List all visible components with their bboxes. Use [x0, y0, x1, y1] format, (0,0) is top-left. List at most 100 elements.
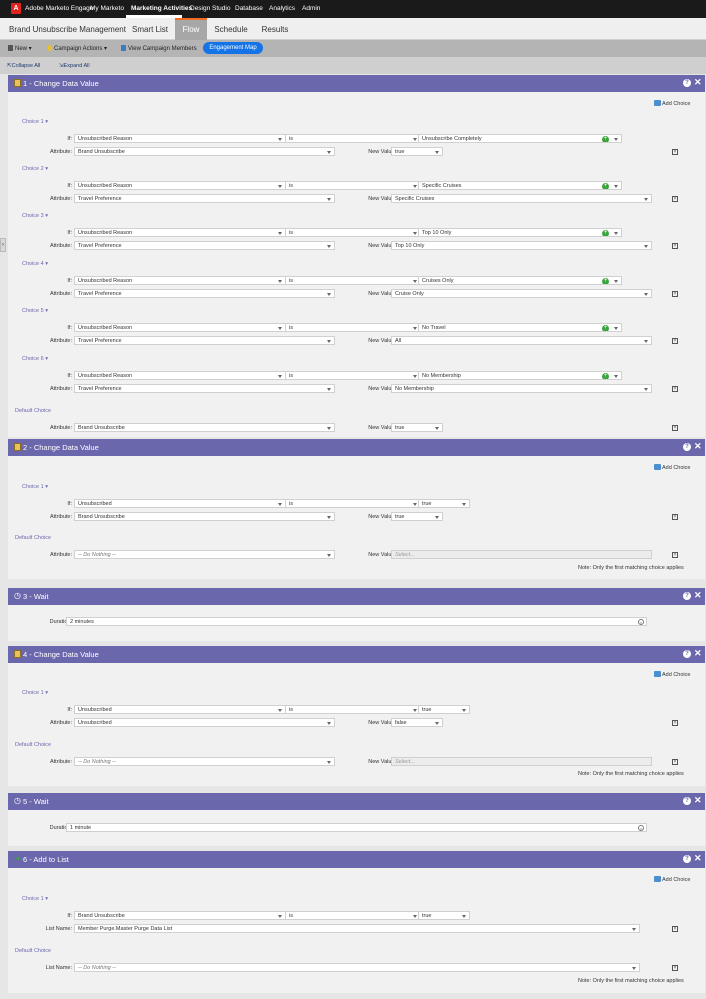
- if-value-select[interactable]: Top 10 Only +: [418, 228, 622, 237]
- delete-choice-icon[interactable]: ×: [672, 196, 678, 202]
- side-panel-toggle[interactable]: ›: [0, 238, 6, 252]
- operator-select[interactable]: is: [285, 181, 421, 190]
- close-icon[interactable]: ✕: [694, 795, 702, 806]
- clear-icon[interactable]: ×: [638, 825, 644, 831]
- choice-header[interactable]: Choice 1 ▾: [22, 690, 48, 696]
- attribute-select[interactable]: Brand Unsubscribe: [74, 512, 335, 521]
- nav-my-marketo[interactable]: My Marketo: [90, 5, 124, 12]
- attribute-select[interactable]: Travel Preference: [74, 194, 335, 203]
- close-icon[interactable]: ✕: [694, 648, 702, 659]
- add-condition-icon[interactable]: +: [602, 183, 609, 189]
- nav-analytics[interactable]: Analytics: [269, 5, 295, 12]
- if-field-select[interactable]: Unsubscribed: [74, 499, 286, 508]
- add-choice-button[interactable]: Add Choice: [654, 671, 690, 678]
- view-members-button[interactable]: View Campaign Members: [121, 45, 197, 52]
- choice-header[interactable]: Choice 1 ▾: [22, 119, 48, 125]
- help-icon[interactable]: ?: [683, 855, 691, 863]
- default-attribute-select[interactable]: -- Do Nothing --: [74, 550, 335, 559]
- new-value-select[interactable]: true: [391, 512, 443, 521]
- attribute-select[interactable]: Travel Preference: [74, 336, 335, 345]
- add-condition-icon[interactable]: +: [602, 136, 609, 142]
- choice-header[interactable]: Choice 3 ▾: [22, 213, 48, 219]
- new-value-select[interactable]: All: [391, 336, 652, 345]
- default-new-value-select[interactable]: Select...: [391, 550, 652, 559]
- duration-input[interactable]: 1 minute ×: [66, 823, 647, 832]
- operator-select[interactable]: is: [285, 499, 421, 508]
- clear-icon[interactable]: ×: [638, 619, 644, 625]
- delete-choice-icon[interactable]: ×: [672, 720, 678, 726]
- attribute-select[interactable]: Travel Preference: [74, 384, 335, 393]
- delete-choice-icon[interactable]: ×: [672, 552, 678, 558]
- operator-select[interactable]: is: [285, 371, 421, 380]
- delete-choice-icon[interactable]: ×: [672, 759, 678, 765]
- tab-flow[interactable]: Flow: [175, 18, 207, 40]
- tab-results[interactable]: Results: [256, 18, 294, 40]
- help-icon[interactable]: ?: [683, 592, 691, 600]
- delete-choice-icon[interactable]: ×: [672, 965, 678, 971]
- operator-select[interactable]: is: [285, 911, 421, 920]
- delete-choice-icon[interactable]: ×: [672, 243, 678, 249]
- operator-select[interactable]: is: [285, 705, 421, 714]
- close-icon[interactable]: ✕: [694, 853, 702, 864]
- delete-choice-icon[interactable]: ×: [672, 338, 678, 344]
- if-field-select[interactable]: Unsubscribed Reason: [74, 181, 286, 190]
- attribute-select[interactable]: Brand Unsubscribe: [74, 147, 335, 156]
- default-list-name-select[interactable]: -- Do Nothing --: [74, 963, 640, 972]
- new-value-select[interactable]: true: [391, 147, 443, 156]
- if-value-select[interactable]: true: [418, 705, 470, 714]
- list-name-select[interactable]: Member Purge.Master Purge Data List: [74, 924, 640, 933]
- choice-header[interactable]: Choice 5 ▾: [22, 308, 48, 314]
- new-value-select[interactable]: Specific Cruises: [391, 194, 652, 203]
- if-value-select[interactable]: Cruises Only +: [418, 276, 622, 285]
- close-icon[interactable]: ✕: [694, 590, 702, 601]
- add-condition-icon[interactable]: +: [602, 325, 609, 331]
- engagement-map-button[interactable]: Engagement Map: [203, 42, 263, 54]
- duration-input[interactable]: 2 minutes ×: [66, 617, 647, 626]
- close-icon[interactable]: ✕: [694, 441, 702, 452]
- attribute-select[interactable]: Unsubscribed: [74, 718, 335, 727]
- if-value-select[interactable]: Specific Cruises +: [418, 181, 622, 190]
- choice-header[interactable]: Choice 6 ▾: [22, 356, 48, 362]
- if-field-select[interactable]: Unsubscribed Reason: [74, 276, 286, 285]
- close-icon[interactable]: ✕: [694, 77, 702, 88]
- operator-select[interactable]: is: [285, 228, 421, 237]
- if-value-select[interactable]: Unsubscribe Completely +: [418, 134, 622, 143]
- nav-marketing-activities[interactable]: Marketing Activities: [131, 5, 192, 12]
- collapse-all-button[interactable]: ⇱Collapse All: [7, 63, 40, 69]
- if-value-select[interactable]: true: [418, 911, 470, 920]
- add-condition-icon[interactable]: +: [602, 278, 609, 284]
- default-attribute-select[interactable]: Brand Unsubscribe: [74, 423, 335, 432]
- new-value-select[interactable]: Top 10 Only: [391, 241, 652, 250]
- if-value-select[interactable]: No Travel +: [418, 323, 622, 332]
- if-field-select[interactable]: Unsubscribed Reason: [74, 371, 286, 380]
- choice-header[interactable]: Choice 2 ▾: [22, 166, 48, 172]
- help-icon[interactable]: ?: [683, 650, 691, 658]
- if-value-select[interactable]: No Membership +: [418, 371, 622, 380]
- choice-header[interactable]: Choice 4 ▾: [22, 261, 48, 267]
- choice-header[interactable]: Choice 1 ▾: [22, 484, 48, 490]
- if-field-select[interactable]: Unsubscribed Reason: [74, 134, 286, 143]
- nav-admin[interactable]: Admin: [302, 5, 320, 12]
- add-choice-button[interactable]: Add Choice: [654, 876, 690, 883]
- operator-select[interactable]: is: [285, 276, 421, 285]
- default-attribute-select[interactable]: -- Do Nothing --: [74, 757, 335, 766]
- new-value-select[interactable]: No Membership: [391, 384, 652, 393]
- delete-choice-icon[interactable]: ×: [672, 149, 678, 155]
- expand-all-button[interactable]: ⇲Expand All: [59, 63, 90, 69]
- help-icon[interactable]: ?: [683, 79, 691, 87]
- attribute-select[interactable]: Travel Preference: [74, 241, 335, 250]
- if-field-select[interactable]: Unsubscribed: [74, 705, 286, 714]
- new-menu-button[interactable]: New ▾: [8, 45, 32, 52]
- if-field-select[interactable]: Unsubscribed Reason: [74, 323, 286, 332]
- delete-choice-icon[interactable]: ×: [672, 926, 678, 932]
- if-field-select[interactable]: Unsubscribed Reason: [74, 228, 286, 237]
- delete-choice-icon[interactable]: ×: [672, 386, 678, 392]
- add-choice-button[interactable]: Add Choice: [654, 100, 690, 107]
- default-new-value-select[interactable]: Select...: [391, 757, 652, 766]
- nav-database[interactable]: Database: [235, 5, 263, 12]
- add-condition-icon[interactable]: +: [602, 230, 609, 236]
- add-condition-icon[interactable]: +: [602, 373, 609, 379]
- nav-design-studio[interactable]: Design Studio: [190, 5, 230, 12]
- if-value-select[interactable]: true: [418, 499, 470, 508]
- operator-select[interactable]: is: [285, 323, 421, 332]
